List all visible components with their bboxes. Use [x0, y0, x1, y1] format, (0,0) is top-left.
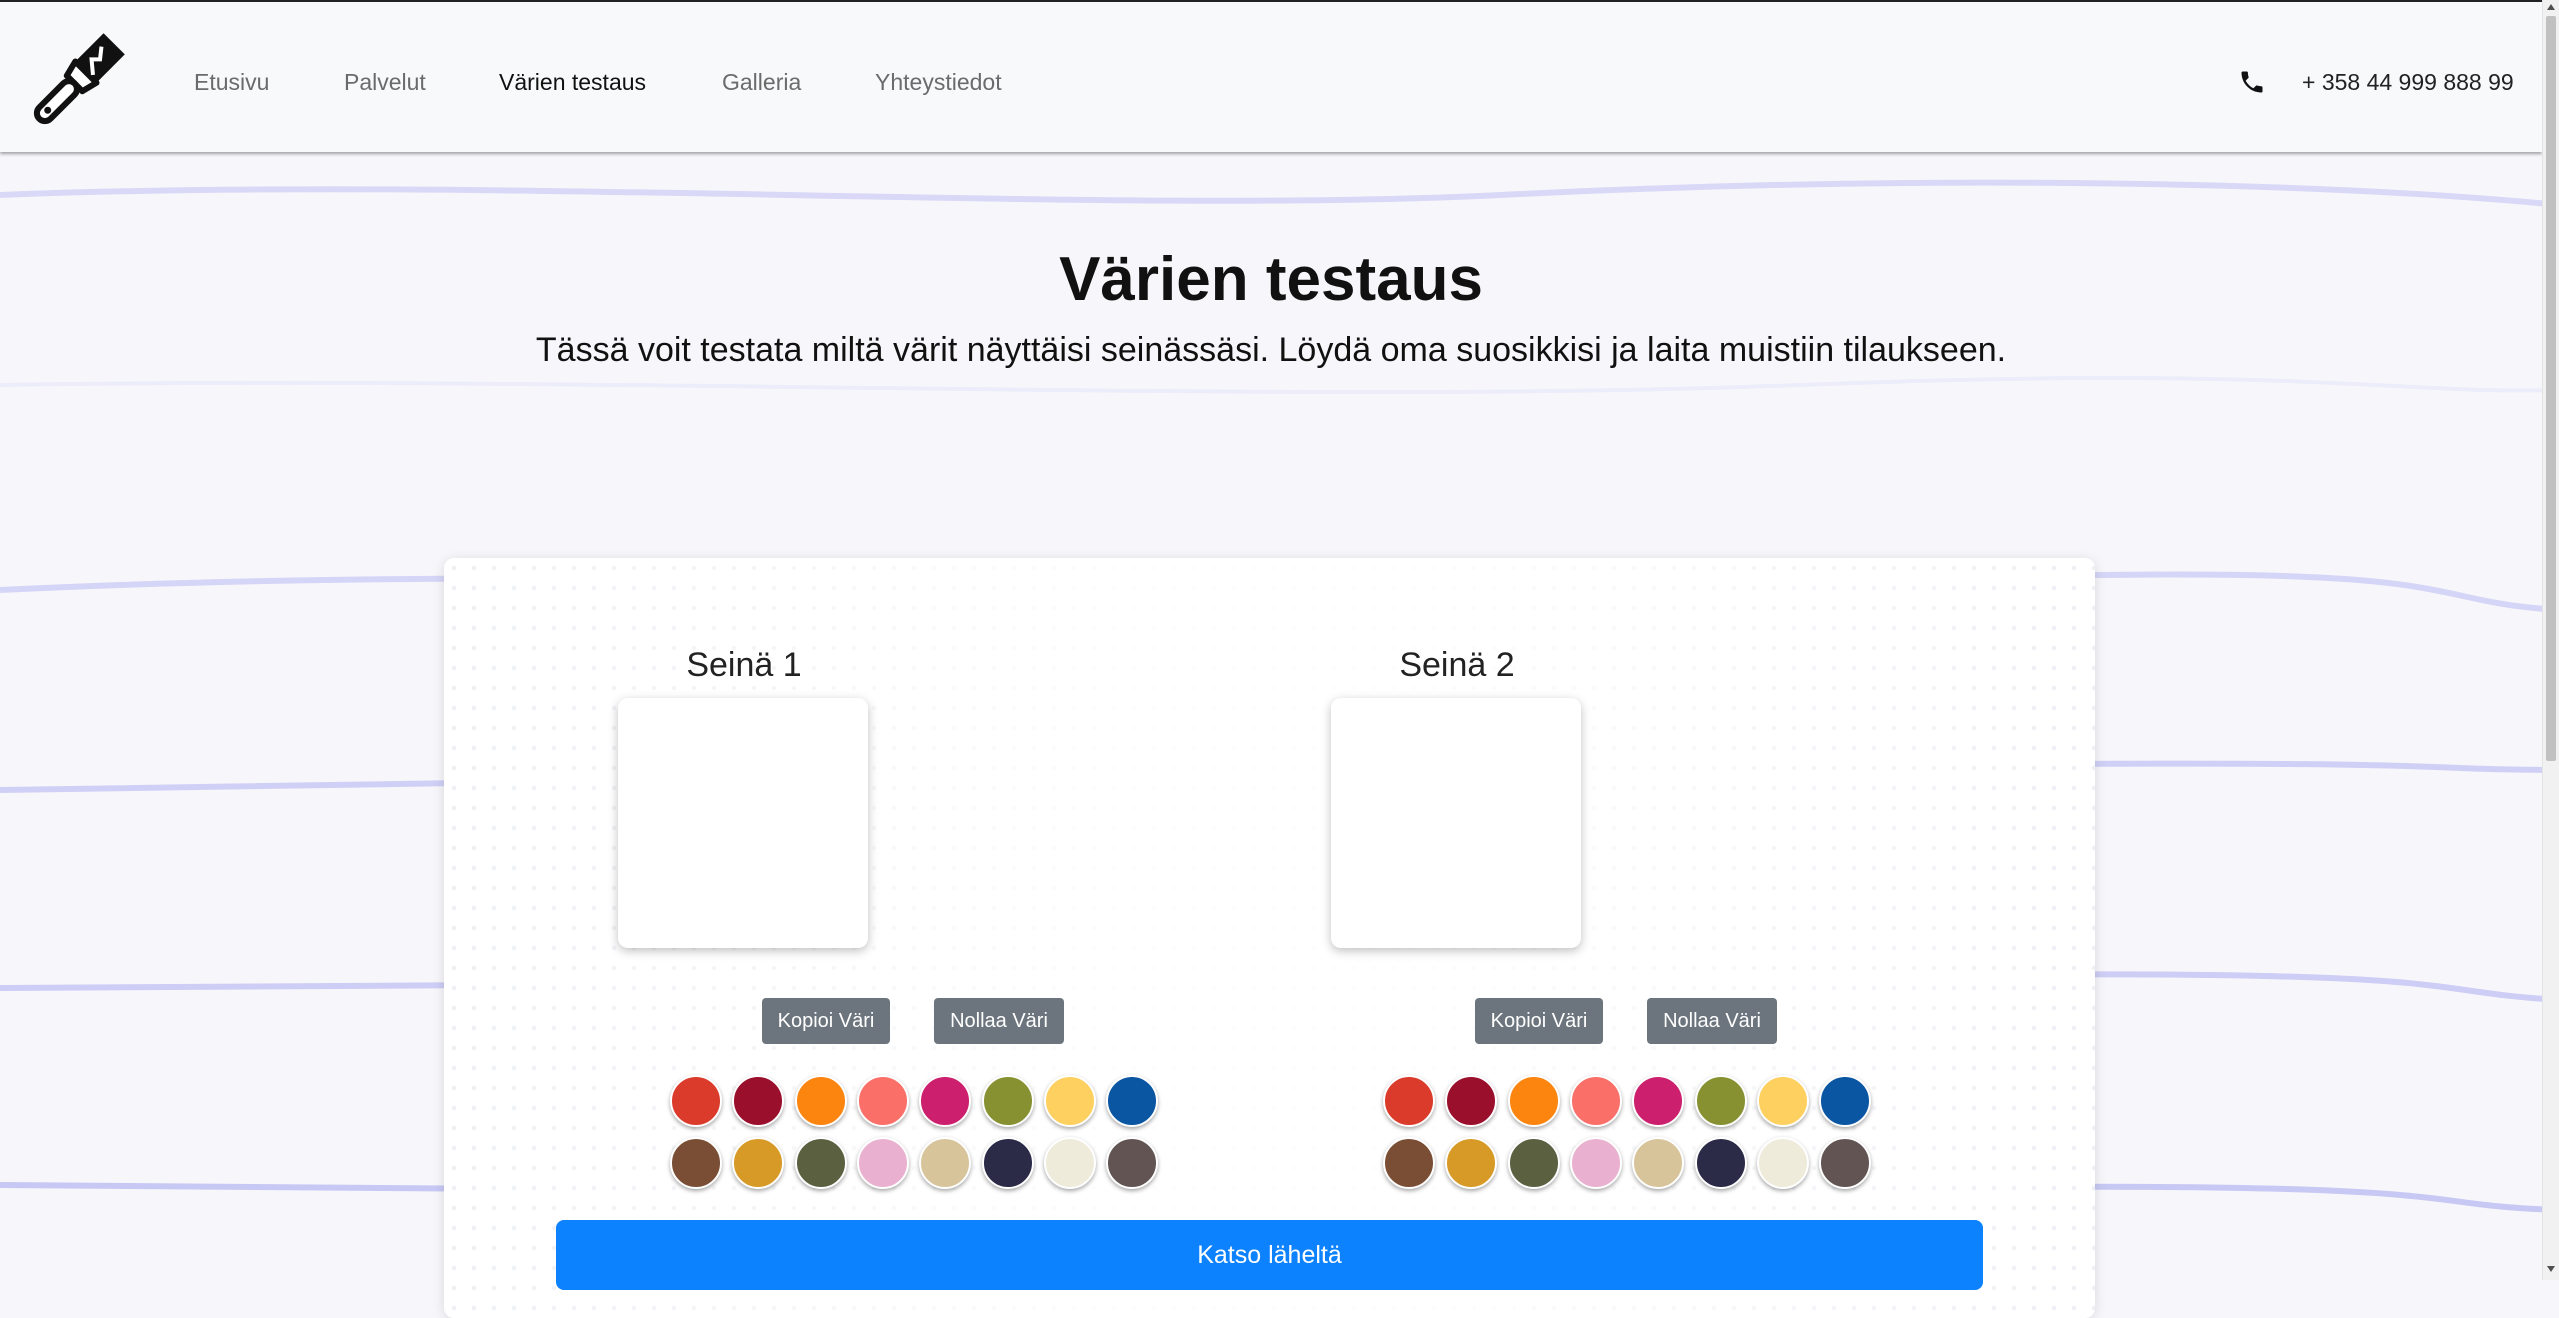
color-swatch[interactable] [732, 1137, 785, 1189]
color-swatch[interactable] [1383, 1137, 1435, 1189]
page-subtitle: Tässä voit testata miltä värit näyttäisi… [535, 331, 2007, 369]
color-swatch[interactable] [670, 1075, 722, 1127]
color-swatch[interactable] [1383, 1075, 1435, 1127]
color-swatch[interactable] [856, 1075, 909, 1127]
wall-2-swatches-row-2 [1383, 1137, 1883, 1189]
nav-etusivu[interactable]: Etusivu [194, 68, 269, 96]
color-swatch[interactable] [1043, 1075, 1096, 1127]
wall-2-title: Seinä 2 [1399, 646, 1515, 684]
color-swatch[interactable] [1819, 1075, 1872, 1127]
color-swatch[interactable] [1106, 1137, 1159, 1189]
scroll-up-arrow-icon[interactable] [2547, 4, 2555, 10]
wall-2: Seinä 2 Kopioi Väri Nollaa Väri [1157, 558, 1872, 1318]
color-swatch[interactable] [1106, 1075, 1159, 1127]
wall-1-preview[interactable] [618, 698, 868, 948]
page-title: Värien testaus [1059, 245, 1483, 314]
color-swatch[interactable] [981, 1075, 1034, 1127]
color-swatch[interactable] [1507, 1137, 1560, 1189]
wall-1-copy-button[interactable]: Kopioi Väri [762, 998, 890, 1044]
color-swatch[interactable] [1445, 1137, 1498, 1189]
color-swatch[interactable] [1756, 1075, 1809, 1127]
wall-2-preview[interactable] [1331, 698, 1581, 948]
wall-2-copy-button[interactable]: Kopioi Väri [1475, 998, 1603, 1044]
color-swatch[interactable] [981, 1137, 1034, 1189]
color-swatch[interactable] [1507, 1075, 1560, 1127]
phone-icon [2241, 71, 2263, 93]
navbar: Etusivu Palvelut Värien testaus Galleria… [0, 0, 2542, 152]
color-swatch[interactable] [670, 1137, 722, 1189]
scroll-thumb[interactable] [2546, 16, 2556, 761]
paintbrush-icon[interactable] [20, 26, 132, 138]
color-swatch[interactable] [1694, 1075, 1747, 1127]
color-swatch[interactable] [1819, 1137, 1872, 1189]
wall-2-reset-button[interactable]: Nollaa Väri [1647, 998, 1777, 1044]
color-swatch[interactable] [1569, 1137, 1622, 1189]
wall-1-swatches-row-1 [670, 1075, 1170, 1127]
color-swatch[interactable] [1632, 1075, 1685, 1127]
nav-galleria[interactable]: Galleria [722, 68, 801, 96]
color-swatch[interactable] [1569, 1075, 1622, 1127]
color-swatch[interactable] [732, 1075, 785, 1127]
nav-palvelut[interactable]: Palvelut [344, 68, 426, 96]
color-swatch[interactable] [919, 1075, 972, 1127]
wall-1-swatches-row-2 [670, 1137, 1170, 1189]
color-swatch[interactable] [919, 1137, 972, 1189]
scrollbar[interactable] [2542, 0, 2559, 1280]
nav-yhteystiedot[interactable]: Yhteystiedot [875, 68, 1002, 96]
color-tester-card: Seinä 1 Kopioi Väri Nollaa Väri Seinä 2 … [444, 558, 2095, 1318]
color-swatch[interactable] [794, 1075, 847, 1127]
color-swatch[interactable] [1445, 1075, 1498, 1127]
wall-1: Seinä 1 Kopioi Väri Nollaa Väri [444, 558, 1159, 1318]
phone-number[interactable]: + 358 44 999 888 99 [2302, 68, 2514, 96]
color-swatch[interactable] [1756, 1137, 1809, 1189]
color-swatch[interactable] [1694, 1137, 1747, 1189]
wall-2-swatches-row-1 [1383, 1075, 1883, 1127]
color-swatch[interactable] [856, 1137, 909, 1189]
color-swatch[interactable] [1043, 1137, 1096, 1189]
nav-varien-testaus[interactable]: Värien testaus [499, 68, 646, 96]
color-swatch[interactable] [1632, 1137, 1685, 1189]
scroll-down-arrow-icon[interactable] [2547, 1266, 2555, 1272]
wall-1-reset-button[interactable]: Nollaa Väri [934, 998, 1064, 1044]
wall-1-title: Seinä 1 [686, 646, 802, 684]
color-swatch[interactable] [794, 1137, 847, 1189]
